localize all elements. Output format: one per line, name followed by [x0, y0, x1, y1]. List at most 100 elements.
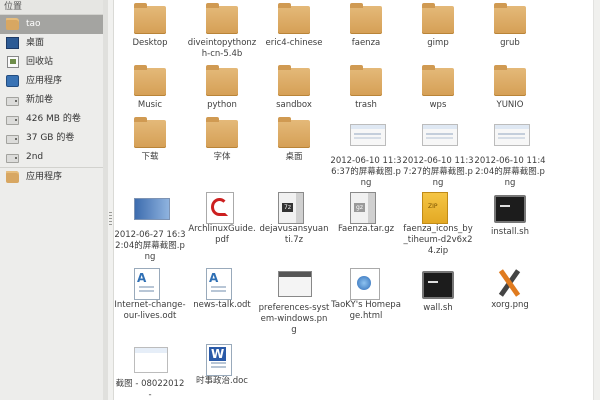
file-item-screenshot-4[interactable]: 2012-06-27 16:32:04的屏幕截图.png	[114, 192, 186, 263]
window-image-icon	[278, 271, 312, 297]
file-name: ArchlinuxGuide.pdf	[188, 224, 256, 245]
file-name: Internet-change-our-lives.odt	[114, 300, 186, 321]
image-thumbnail-icon	[134, 347, 168, 373]
file-name: 字体	[213, 152, 231, 162]
folder-icon	[278, 65, 310, 96]
content-scrollbar[interactable]	[593, 0, 600, 400]
file-name: YUNIO	[496, 100, 524, 110]
folder-icon	[350, 65, 382, 96]
splitter-grip-icon[interactable]	[109, 212, 112, 226]
terminal-script-icon	[422, 271, 454, 299]
sidebar-item-new-volume[interactable]: 新加卷	[0, 91, 108, 110]
drive-icon	[6, 97, 19, 106]
file-item-internet-odt[interactable]: A Internet-change-our-lives.odt	[114, 268, 186, 322]
file-name: Music	[137, 100, 163, 110]
folder-icon	[278, 117, 310, 148]
file-item-gimp[interactable]: gimp	[402, 3, 474, 49]
file-item-xorg-png[interactable]: xorg.png	[474, 268, 546, 311]
drive-icon	[6, 116, 19, 125]
file-item-music[interactable]: Music	[114, 65, 186, 111]
file-item-preferences-png[interactable]: preferences-system-windows.png	[258, 268, 330, 336]
file-item-archlinux-guide[interactable]: ArchlinuxGuide.pdf	[186, 192, 258, 246]
file-item-news-talk-odt[interactable]: A news-talk.odt	[186, 268, 258, 311]
drive-icon	[6, 135, 19, 144]
file-name: 时事政治.doc	[196, 376, 248, 386]
image-thumbnail-icon	[494, 124, 530, 146]
file-item-screenshot-3[interactable]: 2012-06-10 11:42:04的屏幕截图.png	[474, 118, 546, 189]
file-name: faenza_icons_by_tiheum-d2v6x24.zip	[403, 224, 473, 256]
sidebar-item-trash[interactable]: 回收站	[0, 53, 108, 72]
zip-icon: ZIP	[422, 192, 448, 224]
sidebar-item-desktop[interactable]: 桌面	[0, 34, 108, 53]
sidebar-item-bookmark-applications[interactable]: 应用程序	[0, 167, 108, 187]
trash-icon	[7, 56, 19, 68]
file-item-screenshot-2[interactable]: 2012-06-10 11:37:27的屏幕截图.png	[402, 118, 474, 189]
image-thumbnail-icon	[134, 198, 170, 220]
file-name: news-talk.odt	[193, 300, 251, 310]
sidebar-item-label: 桌面	[26, 38, 45, 48]
archive-gz-icon: gz	[350, 192, 376, 224]
desktop-icon	[6, 37, 19, 49]
file-name: grub	[500, 38, 520, 48]
folder-icon	[134, 65, 166, 96]
file-item-faenza-zip[interactable]: ZIP faenza_icons_by_tiheum-d2v6x24.zip	[402, 192, 474, 257]
file-item-desktop-cn[interactable]: 桌面	[258, 117, 330, 163]
file-item-screenshot-1[interactable]: 2012-06-10 11:36:37的屏幕截图.png	[330, 118, 402, 189]
folder-icon	[350, 3, 382, 34]
file-name: Faenza.tar.gz	[337, 224, 395, 234]
file-name: python	[207, 100, 237, 110]
document-icon: A	[206, 268, 232, 300]
file-name: trash	[355, 100, 377, 110]
sidebar-item-label: 应用程序	[26, 172, 63, 182]
file-item-install-sh[interactable]: install.sh	[474, 192, 546, 238]
sidebar-item-426mb-volume[interactable]: 426 MB 的卷	[0, 110, 108, 129]
sidebar-item-label: 回收站	[26, 57, 54, 67]
file-name: 2012-06-27 16:32:04的屏幕截图.png	[114, 230, 186, 262]
folder-icon	[134, 117, 166, 148]
file-item-trash[interactable]: trash	[330, 65, 402, 111]
file-item-screenshot-5[interactable]: 截图 - 08022012 -	[114, 344, 186, 401]
document-icon: A	[134, 268, 160, 300]
file-item-yunio[interactable]: YUNIO	[474, 65, 546, 111]
folder-icon	[134, 3, 166, 34]
home-folder-icon	[6, 18, 19, 30]
file-item-eric4-chinese[interactable]: eric4-chinese	[258, 3, 330, 49]
file-name: xorg.png	[491, 300, 529, 310]
sidebar-item-label: tao	[26, 19, 41, 29]
file-item-faenza-targz[interactable]: gz Faenza.tar.gz	[330, 192, 402, 235]
file-name: eric4-chinese	[265, 38, 323, 48]
folder-icon	[422, 65, 454, 96]
terminal-script-icon	[494, 195, 526, 223]
file-name: 2012-06-10 11:42:04的屏幕截图.png	[474, 156, 546, 188]
file-name: TaoKY's Homepage.html	[331, 300, 401, 321]
file-item-homepage-html[interactable]: TaoKY's Homepage.html	[330, 268, 402, 322]
file-name: 桌面	[285, 152, 303, 162]
word-document-icon: W	[206, 344, 232, 376]
file-name: Desktop	[132, 38, 168, 48]
sidebar-item-tao[interactable]: tao	[0, 15, 108, 34]
sidebar-item-applications[interactable]: 应用程序	[0, 72, 108, 91]
file-item-wps[interactable]: wps	[402, 65, 474, 111]
file-item-faenza[interactable]: faenza	[330, 3, 402, 49]
file-item-wall-sh[interactable]: wall.sh	[402, 268, 474, 314]
file-name: gimp	[427, 38, 449, 48]
sidebar-item-label: 37 GB 的卷	[26, 133, 75, 143]
folder-icon	[494, 65, 526, 96]
file-grid: Desktop diveintopythonzh-cn-5.4b eric4-c…	[114, 0, 600, 400]
file-name: install.sh	[491, 227, 529, 237]
file-name: 截图 - 08022012 -	[115, 379, 185, 400]
file-item-fonts[interactable]: 字体	[186, 117, 258, 163]
folder-icon	[206, 117, 238, 148]
file-item-sandbox[interactable]: sandbox	[258, 65, 330, 111]
sidebar-item-37gb-volume[interactable]: 37 GB 的卷	[0, 129, 108, 148]
file-item-downloads[interactable]: 下载	[114, 117, 186, 163]
file-item-desktop[interactable]: Desktop	[114, 3, 186, 49]
file-item-diveintopython[interactable]: diveintopythonzh-cn-5.4b	[186, 3, 258, 60]
file-item-dejavusans-7z[interactable]: 7z dejavusansyuanti.7z	[258, 192, 330, 246]
sidebar-item-2nd[interactable]: 2nd	[0, 148, 108, 167]
file-name: dejavusansyuanti.7z	[259, 224, 329, 245]
file-item-grub[interactable]: grub	[474, 3, 546, 49]
file-item-python[interactable]: python	[186, 65, 258, 111]
image-thumbnail-icon	[422, 124, 458, 146]
file-item-politics-doc[interactable]: W 时事政治.doc	[186, 344, 258, 387]
